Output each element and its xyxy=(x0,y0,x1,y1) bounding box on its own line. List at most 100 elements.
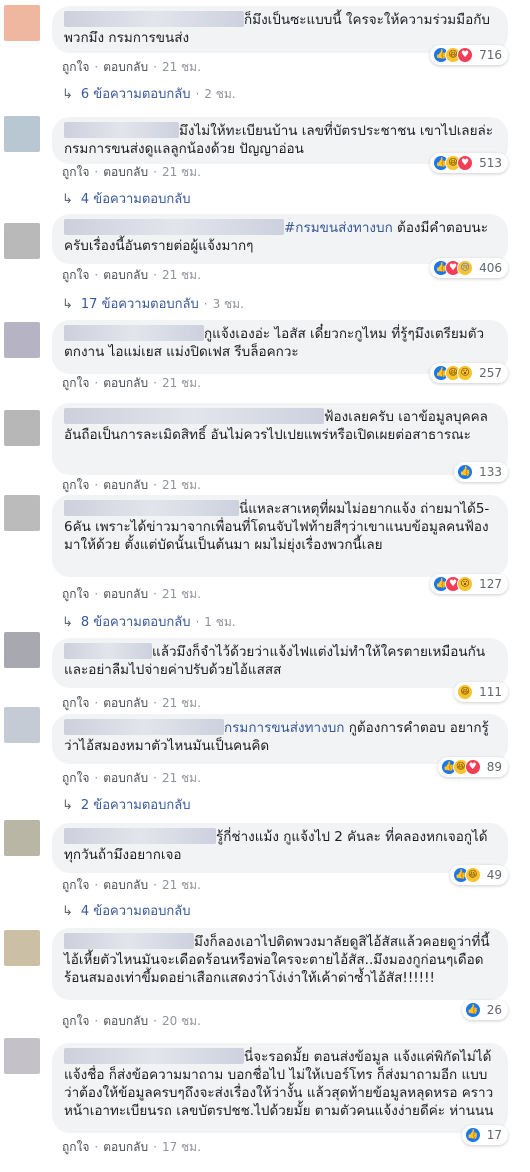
sad-icon: 😢 xyxy=(457,260,474,276)
avatar[interactable] xyxy=(4,322,40,358)
author-name-redacted[interactable] xyxy=(64,408,324,424)
like-button[interactable]: ถูกใจ xyxy=(62,771,89,785)
view-replies-link[interactable]: ↳ 6 ข้อความตอบกลับ · 2 ชม. xyxy=(62,83,236,104)
separator: · xyxy=(195,87,200,101)
view-replies-link[interactable]: ↳ 2 ข้อความตอบกลับ xyxy=(62,794,190,815)
reaction-summary[interactable]: 😆 111 xyxy=(454,682,508,702)
tagged-page-link[interactable]: กรมการขนส่งทางบก xyxy=(224,720,344,736)
reply-button[interactable]: ตอบกลับ xyxy=(103,878,148,892)
reaction-summary[interactable]: 👍 17 xyxy=(461,1125,508,1145)
author-name-redacted[interactable] xyxy=(64,219,284,235)
author-name-redacted[interactable] xyxy=(64,122,179,138)
reply-button[interactable]: ตอบกลับ xyxy=(103,478,148,492)
avatar[interactable] xyxy=(4,1038,40,1074)
comment-timestamp[interactable]: 21 ชม. xyxy=(162,60,201,74)
like-button[interactable]: ถูกใจ xyxy=(62,587,89,601)
like-button[interactable]: ถูกใจ xyxy=(62,60,89,74)
reply-button[interactable]: ตอบกลับ xyxy=(103,696,148,710)
author-name-redacted[interactable] xyxy=(64,719,224,735)
author-name-redacted[interactable] xyxy=(64,828,216,844)
reaction-summary[interactable]: 👍 133 xyxy=(454,462,508,482)
reply-arrow-icon: ↳ xyxy=(62,798,73,813)
separator: · xyxy=(94,1014,99,1028)
comment-actions: ถูกใจ · ตอบกลับ · 21 ชม. xyxy=(62,694,201,713)
author-name-redacted[interactable] xyxy=(64,933,194,949)
reaction-summary[interactable]: 👍 ♥ 😢 406 xyxy=(430,258,508,278)
author-name-redacted[interactable] xyxy=(64,643,152,659)
author-name-redacted[interactable] xyxy=(64,1048,244,1064)
reply-button[interactable]: ตอบกลับ xyxy=(103,60,148,74)
like-button[interactable]: ถูกใจ xyxy=(62,696,89,710)
comment-timestamp[interactable]: 21 ชม. xyxy=(162,587,201,601)
avatar[interactable] xyxy=(4,632,40,668)
separator: · xyxy=(94,1140,99,1154)
reaction-summary[interactable]: 👍 ♥ 😮 127 xyxy=(430,574,508,594)
author-name-redacted[interactable] xyxy=(64,11,244,27)
comment-timestamp[interactable]: 21 ชม. xyxy=(162,696,201,710)
reply-button[interactable]: ตอบกลับ xyxy=(103,376,148,390)
view-replies-link[interactable]: ↳ 4 ข้อความตอบกลับ xyxy=(62,900,190,921)
comment-bubble: กรมการขนส่งทางบก กูต้องการคำตอบ อยากรู้ว… xyxy=(52,714,508,764)
like-button[interactable]: ถูกใจ xyxy=(62,376,89,390)
comment-timestamp[interactable]: 21 ชม. xyxy=(162,165,201,179)
reply-arrow-icon: ↳ xyxy=(62,192,73,207)
author-name-redacted[interactable] xyxy=(64,500,239,516)
view-replies-link[interactable]: ↳ 4 ข้อความตอบกลับ xyxy=(62,188,190,209)
comment-timestamp[interactable]: 17 ชม. xyxy=(162,1140,201,1154)
reply-arrow-icon: ↳ xyxy=(62,87,73,102)
replies-timestamp: 3 ชม. xyxy=(212,297,244,311)
like-button[interactable]: ถูกใจ xyxy=(62,268,89,282)
avatar[interactable] xyxy=(4,116,40,152)
avatar[interactable] xyxy=(4,820,40,856)
comment-timestamp[interactable]: 21 ชม. xyxy=(162,878,201,892)
reply-button[interactable]: ตอบกลับ xyxy=(103,1140,148,1154)
comment-timestamp[interactable]: 21 ชม. xyxy=(162,771,201,785)
reply-button[interactable]: ตอบกลับ xyxy=(103,165,148,179)
comment-timestamp[interactable]: 21 ชม. xyxy=(162,376,201,390)
reply-button[interactable]: ตอบกลับ xyxy=(103,268,148,282)
avatar[interactable] xyxy=(4,410,40,446)
separator: · xyxy=(195,615,200,629)
avatar[interactable] xyxy=(4,930,40,966)
reply-button[interactable]: ตอบกลับ xyxy=(103,771,148,785)
comment-timestamp[interactable]: 20 ชม. xyxy=(162,1014,201,1028)
like-button[interactable]: ถูกใจ xyxy=(62,878,89,892)
reaction-summary[interactable]: 👍 😆 ♥ 513 xyxy=(430,153,508,173)
author-name-redacted[interactable] xyxy=(64,325,204,341)
reaction-count: 133 xyxy=(479,465,502,479)
like-button[interactable]: ถูกใจ xyxy=(62,478,89,492)
comment-feed: ก็มึงเป็นซะแบบนี้ ใครจะให้ความร่วมมือกับ… xyxy=(0,0,530,1172)
reaction-summary[interactable]: 👍 😆 ♥ 716 xyxy=(430,45,508,65)
like-button[interactable]: ถูกใจ xyxy=(62,1140,89,1154)
like-button[interactable]: ถูกใจ xyxy=(62,1014,89,1028)
reaction-summary[interactable]: 👍 26 xyxy=(461,1000,508,1020)
view-replies-link[interactable]: ↳ 17 ข้อความตอบกลับ · 3 ชม. xyxy=(62,293,244,314)
reaction-count: 17 xyxy=(486,1128,502,1142)
reaction-count: 26 xyxy=(486,1003,502,1017)
separator: · xyxy=(153,696,157,710)
comment-timestamp[interactable]: 21 ชม. xyxy=(162,268,201,282)
comment-actions: ถูกใจ · ตอบกลับ · 21 ชม. xyxy=(62,374,201,393)
separator: · xyxy=(94,587,99,601)
reply-button[interactable]: ตอบกลับ xyxy=(103,587,148,601)
comment-timestamp[interactable]: 21 ชม. xyxy=(162,478,201,492)
comment-actions: ถูกใจ · ตอบกลับ · 20 ชม. xyxy=(62,1012,201,1031)
wow-icon: 😮 xyxy=(457,576,474,592)
comment-bubble: #กรมขนส่งทางบก ต้องมีคำตอบนะครับเรื่องนี… xyxy=(52,214,508,264)
replies-count-label: 6 ข้อความตอบกลับ xyxy=(80,87,191,102)
reaction-summary[interactable]: 👍 😆 😮 257 xyxy=(430,363,508,383)
like-button[interactable]: ถูกใจ xyxy=(62,165,89,179)
reaction-summary[interactable]: 👍 😆 ♥ 89 xyxy=(437,757,508,777)
view-replies-link[interactable]: ↳ 8 ข้อความตอบกลับ · 1 ชม. xyxy=(62,611,236,632)
avatar[interactable] xyxy=(4,5,40,41)
love-icon: ♥ xyxy=(457,47,474,63)
replies-count-label: 8 ข้อความตอบกลับ xyxy=(80,615,191,630)
comment-actions: ถูกใจ · ตอบกลับ · 21 ชม. xyxy=(62,163,201,182)
reply-button[interactable]: ตอบกลับ xyxy=(103,1014,148,1028)
tagged-page-link[interactable]: #กรมขนส่งทางบก xyxy=(284,220,393,236)
reply-arrow-icon: ↳ xyxy=(62,615,73,630)
avatar[interactable] xyxy=(4,223,40,259)
avatar[interactable] xyxy=(4,707,40,743)
reaction-summary[interactable]: 👍 😆 49 xyxy=(449,865,508,885)
avatar[interactable] xyxy=(4,495,40,531)
